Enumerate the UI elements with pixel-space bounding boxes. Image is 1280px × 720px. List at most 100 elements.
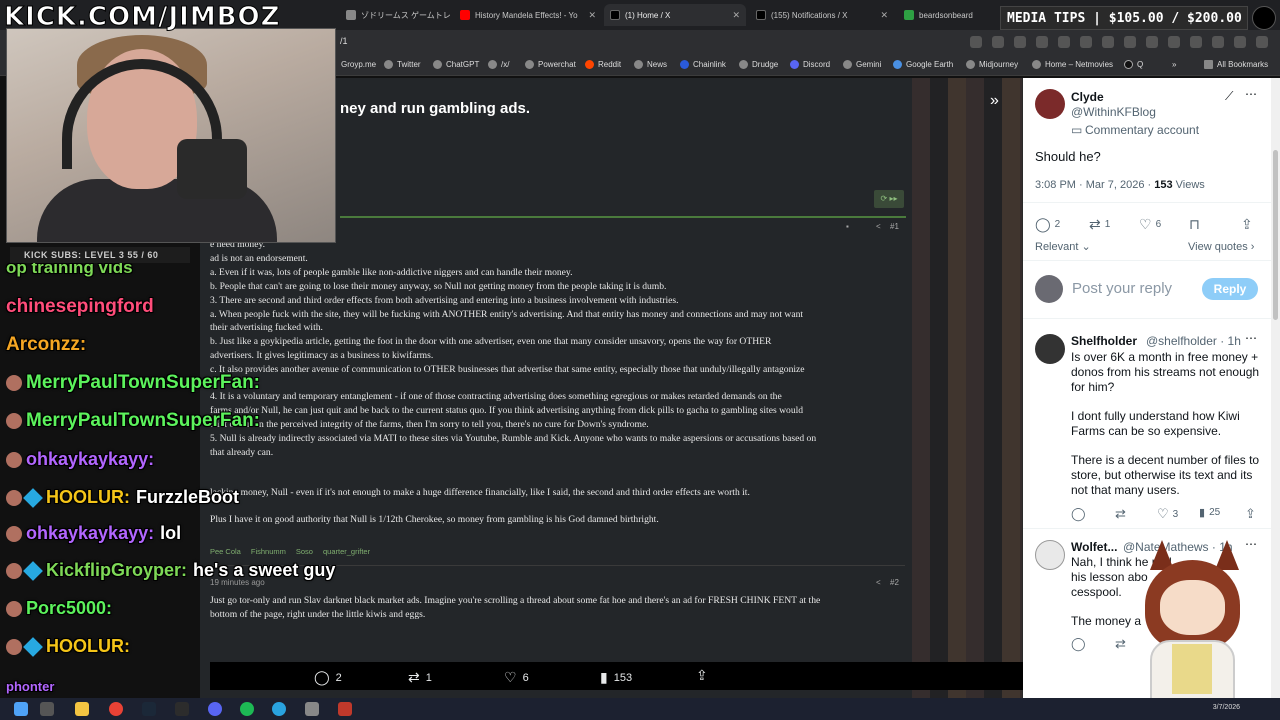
bookmark-chainlink[interactable]: Chainlink [680, 60, 726, 69]
spotify-icon[interactable] [240, 702, 254, 716]
post-number[interactable]: #1 [890, 222, 899, 231]
bookmark-chatgpt[interactable]: ChatGPT [433, 60, 479, 69]
reply-input[interactable]: Post your reply [1072, 281, 1172, 296]
bookmark-twitter[interactable]: Twitter [384, 60, 421, 69]
bookmark-reddit[interactable]: Reddit [585, 60, 621, 69]
extension-icon[interactable] [1036, 36, 1048, 48]
repost-action[interactable]: ⇄ 1 [408, 669, 432, 686]
avatar[interactable] [1035, 89, 1065, 119]
thread-action-button[interactable]: ⟳ ▸▸ [874, 190, 904, 208]
share-icon[interactable]: ⇪ [1245, 506, 1256, 522]
tweet-reply-action[interactable]: ◯ 2 [1035, 216, 1060, 233]
like-action[interactable]: ♡ 6 [504, 669, 529, 686]
bookmark-groyp[interactable]: Groyp.me [341, 60, 376, 69]
bookmark-netmovies[interactable]: Home – Netmovies [1032, 60, 1113, 69]
bookmark-q[interactable]: Q [1124, 60, 1143, 69]
author-name[interactable]: Clyde [1071, 90, 1104, 104]
all-bookmarks[interactable]: All Bookmarks [1204, 60, 1268, 69]
sort-relevant[interactable]: Relevant ⌄ [1035, 240, 1091, 255]
chrome-icon[interactable] [109, 702, 123, 716]
reply-action[interactable]: ◯ [1071, 506, 1086, 522]
more-options-icon[interactable]: ⋯ [1245, 331, 1257, 345]
bookmark-google-earth[interactable]: Google Earth [893, 60, 953, 69]
close-tab-icon[interactable]: ✕ [874, 10, 888, 21]
share-icon[interactable]: < [876, 578, 881, 587]
bookmark-icon[interactable]: ⊓ [1189, 216, 1200, 233]
bookmark-gemini[interactable]: Gemini [843, 60, 881, 69]
close-tab-icon[interactable]: ✕ [582, 10, 596, 21]
profile-avatar[interactable] [1234, 36, 1246, 48]
reaction-user[interactable]: Fishnumm [251, 547, 286, 556]
sidebar-icon[interactable] [1190, 36, 1202, 48]
views-action[interactable]: ▮ 25 [1199, 506, 1220, 519]
avatar[interactable] [1035, 334, 1065, 364]
bookmark-x[interactable]: /x/ [488, 60, 509, 69]
bookmark-midjourney[interactable]: Midjourney [966, 60, 1018, 69]
tab-1[interactable]: ゾドリームス ゲームトレ ✕ [340, 4, 450, 26]
bookmark-icon[interactable]: ▪ [846, 222, 849, 231]
x-logo-icon[interactable] [1146, 36, 1158, 48]
repost-action[interactable]: ⇄ [1115, 506, 1126, 522]
app-icon[interactable] [175, 702, 189, 716]
reaction-user[interactable]: quarter_grifter [323, 547, 370, 556]
tab-3-active[interactable]: (1) Home / X ✕ [604, 4, 746, 26]
bookmark-news[interactable]: News [634, 60, 667, 69]
task-view-icon[interactable] [40, 702, 54, 716]
puzzle-icon[interactable] [1168, 36, 1180, 48]
reply-author-name[interactable]: Shelfholder [1071, 334, 1137, 348]
chat-username[interactable]: chinesepingford [6, 296, 154, 317]
like-action[interactable]: ♡ 3 [1157, 506, 1178, 522]
telegram-icon[interactable] [272, 702, 286, 716]
windows-start-icon[interactable] [14, 702, 28, 716]
author-handle[interactable]: @WithinKFBlog [1071, 105, 1156, 119]
url-field[interactable]: /1 [340, 36, 348, 46]
post-number[interactable]: #2 [890, 578, 899, 587]
steam-icon[interactable] [142, 702, 156, 716]
zoom-icon[interactable] [970, 36, 982, 48]
file-explorer-icon[interactable] [75, 702, 89, 716]
chat-username[interactable]: Arconzz: [6, 334, 86, 355]
tweet-repost-action[interactable]: ⇄ 1 [1089, 216, 1110, 233]
chat-username[interactable]: ohkaykaykayy: [26, 449, 154, 469]
extension-icon[interactable] [1080, 36, 1092, 48]
download-icon[interactable] [1212, 36, 1224, 48]
extension-icon[interactable] [1058, 36, 1070, 48]
reaction-user[interactable]: Pee Cola [210, 547, 241, 556]
cast-icon[interactable] [992, 36, 1004, 48]
chat-username[interactable]: Porc5000: [26, 598, 112, 618]
chat-username[interactable]: HOOLUR: [46, 487, 130, 507]
more-options-icon[interactable]: ⋯ [1245, 87, 1257, 101]
scrollbar-thumb[interactable] [1273, 150, 1278, 320]
chat-username[interactable]: HOOLUR: [46, 636, 130, 656]
avatar[interactable] [1035, 540, 1065, 570]
tab-4[interactable]: (155) Notifications / X ✕ [750, 4, 894, 26]
reaction-user[interactable]: Soso [296, 547, 313, 556]
tweet-like-action[interactable]: ♡ 6 [1139, 216, 1161, 233]
views-action[interactable]: ▮ 153 [600, 669, 632, 686]
bookmark-drudge[interactable]: Drudge [739, 60, 778, 69]
chat-username[interactable]: KickflipGroyper: [46, 560, 187, 580]
reply-author-name[interactable]: Wolfet... [1071, 540, 1117, 554]
tab-2[interactable]: History Mandela Effects! - Yo ✕ [454, 4, 602, 26]
extension-icon[interactable] [1124, 36, 1136, 48]
reply-author-handle[interactable]: @shelfholder · 1h [1146, 334, 1241, 348]
view-quotes-link[interactable]: View quotes › [1188, 240, 1254, 255]
collapse-chevron-icon[interactable]: » [990, 92, 999, 110]
grok-icon[interactable]: ⟋ [1225, 89, 1233, 104]
discord-icon[interactable] [208, 702, 222, 716]
menu-icon[interactable] [1256, 36, 1268, 48]
close-tab-icon[interactable]: ✕ [726, 10, 740, 21]
bookmarks-overflow-chevron-icon[interactable]: » [1172, 60, 1176, 69]
share-action[interactable]: ⇪ [696, 667, 708, 684]
reply-action[interactable]: ◯ 2 [314, 669, 342, 686]
app-icon[interactable] [338, 702, 352, 716]
chat-username[interactable]: MerryPaulTownSuperFan: [26, 372, 260, 393]
repost-action[interactable]: ⇄ [1115, 636, 1126, 652]
share-icon[interactable]: ⇪ [1241, 216, 1253, 233]
bookmark-powerchat[interactable]: Powerchat [525, 60, 576, 69]
share-icon[interactable]: < [876, 222, 881, 231]
star-icon[interactable] [1014, 36, 1026, 48]
extension-icon[interactable] [1102, 36, 1114, 48]
tab-5[interactable]: beardsonbeard [898, 4, 978, 26]
app-icon[interactable] [305, 702, 319, 716]
